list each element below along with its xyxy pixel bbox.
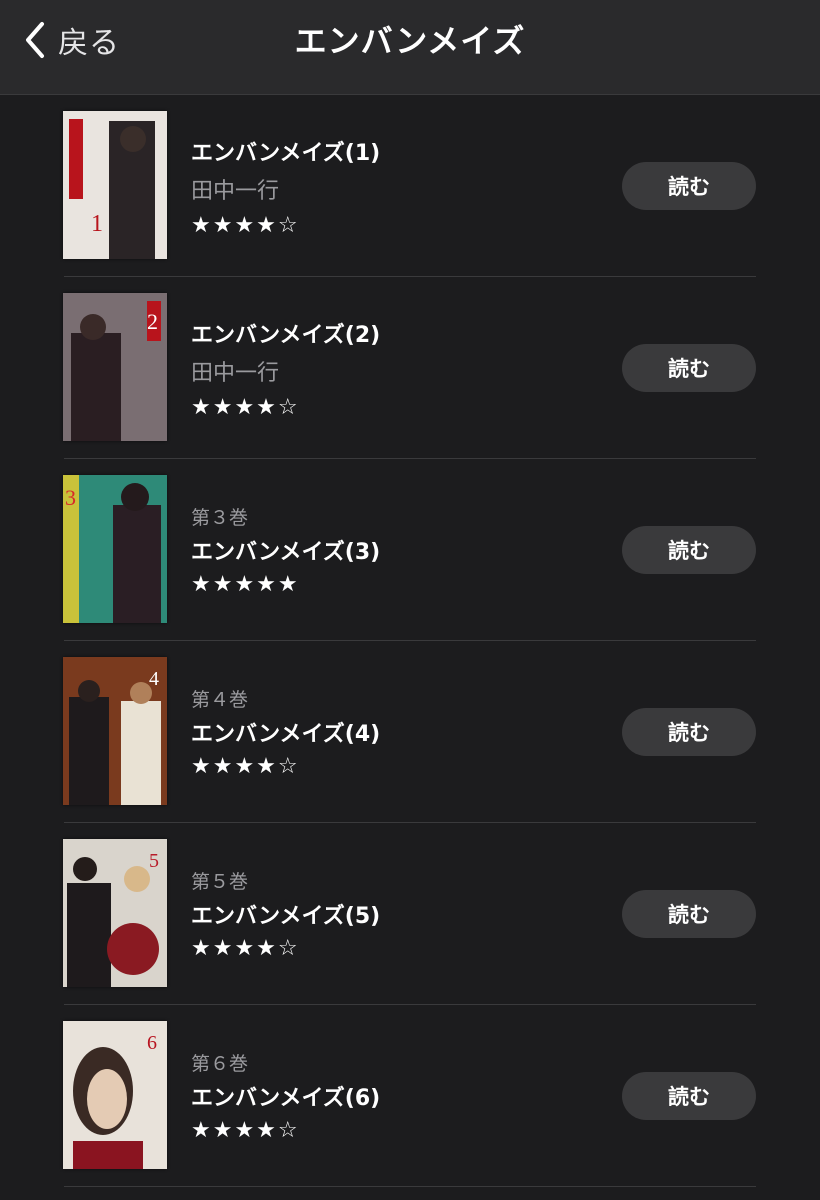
book-title: エンバンメイズ(5) <box>191 904 381 929</box>
svg-text:5: 5 <box>149 850 159 872</box>
star-rating: ★★★★★ <box>191 572 300 597</box>
volume-label: 第６巻 <box>191 1053 249 1075</box>
book-row[interactable]: 1 エンバンメイズ(1) 田中一行 ★★★★☆ 読む <box>0 95 820 277</box>
volume-label: 第５巻 <box>191 871 249 893</box>
star-rating: ★★★★☆ <box>191 212 300 238</box>
navigation-bar: 戻る エンバンメイズ <box>0 0 820 95</box>
book-row[interactable]: 2 エンバンメイズ(2) 田中一行 ★★★★☆ 読む <box>0 277 820 459</box>
book-cover[interactable]: 3 <box>63 475 167 623</box>
star-rating: ★★★★☆ <box>191 394 300 420</box>
book-title: エンバンメイズ(1) <box>191 140 381 166</box>
book-cover[interactable]: 2 <box>63 293 167 441</box>
book-title: エンバンメイズ(2) <box>191 322 381 348</box>
read-button[interactable]: 読む <box>622 344 756 392</box>
book-info: 第３巻 エンバンメイズ(3) ★★★★★ <box>191 459 380 641</box>
book-info: 第５巻 エンバンメイズ(5) ★★★★☆ <box>191 823 380 1005</box>
read-button[interactable]: 読む <box>622 1072 756 1120</box>
book-author: 田中一行 <box>191 178 280 204</box>
book-info: エンバンメイズ(2) 田中一行 ★★★★☆ <box>191 277 380 459</box>
volume-label: 第４巻 <box>191 689 249 711</box>
svg-text:3: 3 <box>65 485 76 510</box>
book-row[interactable]: 3 第３巻 エンバンメイズ(3) ★★★★★ 読む <box>0 459 820 641</box>
book-cover[interactable]: 1 <box>63 111 167 259</box>
svg-text:1: 1 <box>91 211 103 237</box>
read-button[interactable]: 読む <box>622 890 756 938</box>
svg-text:6: 6 <box>147 1032 157 1054</box>
read-button[interactable]: 読む <box>622 162 756 210</box>
book-title: エンバンメイズ(3) <box>191 540 381 565</box>
book-title: エンバンメイズ(6) <box>191 1086 381 1111</box>
book-row[interactable]: 6 第６巻 エンバンメイズ(6) ★★★★☆ 読む <box>0 1005 820 1187</box>
book-row[interactable]: 5 第５巻 エンバンメイズ(5) ★★★★☆ 読む <box>0 823 820 1005</box>
book-info: エンバンメイズ(1) 田中一行 ★★★★☆ <box>191 95 380 277</box>
page-title: エンバンメイズ <box>294 22 526 60</box>
svg-text:2: 2 <box>147 309 158 334</box>
read-button[interactable]: 読む <box>622 708 756 756</box>
book-info: 第６巻 エンバンメイズ(6) ★★★★☆ <box>191 1005 380 1187</box>
book-list: 1 エンバンメイズ(1) 田中一行 ★★★★☆ 読む 2 エンバンメイズ(2) … <box>0 95 820 1187</box>
book-cover[interactable]: 4 <box>63 657 167 805</box>
volume-label: 第３巻 <box>191 507 249 529</box>
book-cover[interactable]: 5 <box>63 839 167 987</box>
book-cover[interactable]: 6 <box>63 1021 167 1169</box>
star-rating: ★★★★☆ <box>191 1118 300 1143</box>
book-author: 田中一行 <box>191 360 280 386</box>
star-rating: ★★★★☆ <box>191 936 300 961</box>
book-title: エンバンメイズ(4) <box>191 722 381 747</box>
book-row[interactable]: 4 第４巻 エンバンメイズ(4) ★★★★☆ 読む <box>0 641 820 823</box>
book-info: 第４巻 エンバンメイズ(4) ★★★★☆ <box>191 641 380 823</box>
svg-text:4: 4 <box>149 668 159 690</box>
read-button[interactable]: 読む <box>622 526 756 574</box>
star-rating: ★★★★☆ <box>191 754 300 779</box>
